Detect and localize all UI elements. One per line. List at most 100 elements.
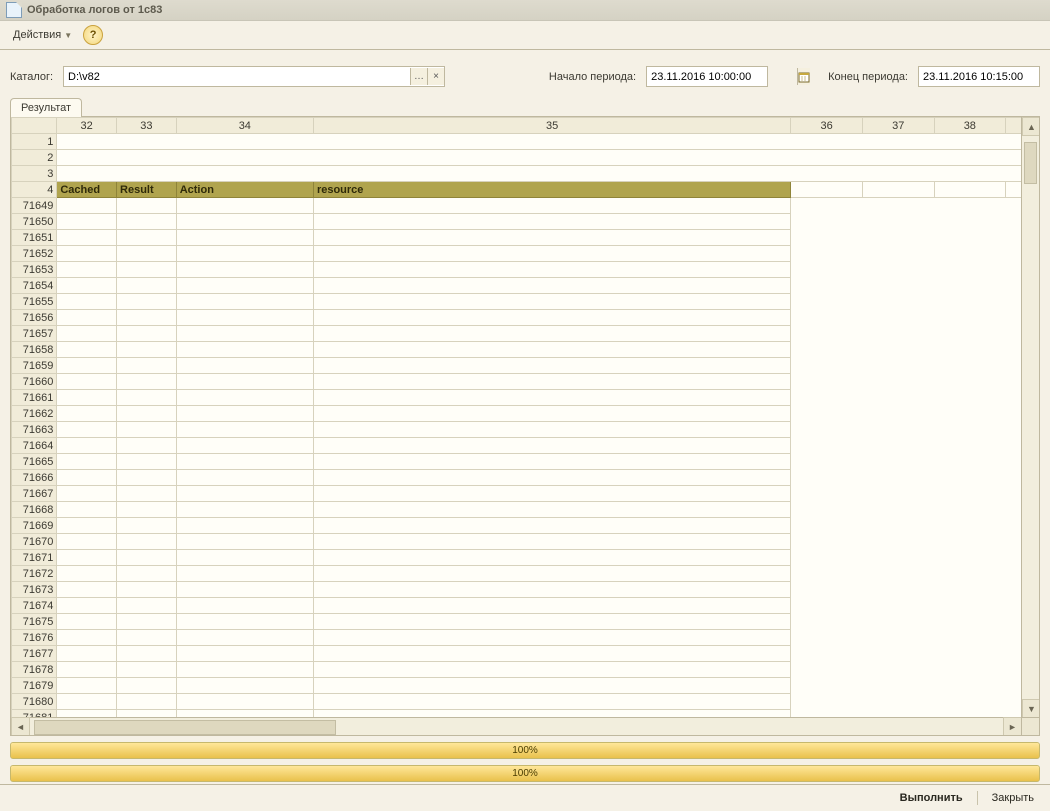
grid-cell[interactable]: [313, 678, 790, 694]
row-header[interactable]: 71666: [12, 470, 57, 486]
grid-cell[interactable]: [176, 614, 313, 630]
grid-cell[interactable]: [57, 294, 117, 310]
grid-cell[interactable]: [176, 694, 313, 710]
grid-cell[interactable]: [176, 550, 313, 566]
row-header[interactable]: 4: [12, 182, 57, 198]
grid-cell[interactable]: [934, 534, 1006, 550]
grid-cell[interactable]: [57, 486, 117, 502]
row-header[interactable]: 3: [12, 166, 57, 182]
grid-cell[interactable]: [934, 598, 1006, 614]
grid-cell[interactable]: [313, 374, 790, 390]
grid-cell[interactable]: [1006, 246, 1022, 262]
grid-cell[interactable]: [934, 422, 1006, 438]
grid-cell[interactable]: [934, 214, 1006, 230]
grid-cell[interactable]: [57, 646, 117, 662]
grid-cell[interactable]: [176, 470, 313, 486]
grid-cell[interactable]: [862, 630, 934, 646]
grid-cell[interactable]: [1006, 518, 1022, 534]
grid-cell[interactable]: [313, 598, 790, 614]
grid-cell[interactable]: [934, 518, 1006, 534]
grid-cell[interactable]: [313, 230, 790, 246]
grid-cell[interactable]: [57, 278, 117, 294]
grid-cell[interactable]: [791, 534, 863, 550]
grid-cell[interactable]: [791, 230, 863, 246]
row-header[interactable]: 71649: [12, 198, 57, 214]
grid-cell[interactable]: [313, 662, 790, 678]
grid-cell[interactable]: [791, 198, 863, 214]
grid-cell[interactable]: [117, 694, 177, 710]
grid-cell[interactable]: [862, 342, 934, 358]
row-header[interactable]: 71651: [12, 230, 57, 246]
grid-cell[interactable]: [934, 550, 1006, 566]
help-button[interactable]: ?: [83, 25, 103, 45]
vertical-scrollbar[interactable]: ▲ ▼: [1021, 117, 1039, 718]
period-end-input[interactable]: [919, 69, 1050, 85]
grid-cell[interactable]: [862, 646, 934, 662]
grid-cell[interactable]: [862, 310, 934, 326]
run-button[interactable]: Выполнить: [894, 790, 969, 806]
grid-cell[interactable]: [313, 198, 790, 214]
grid-cell[interactable]: [791, 486, 863, 502]
grid-cell[interactable]: [57, 582, 117, 598]
grid-cell[interactable]: [57, 694, 117, 710]
grid-cell[interactable]: [1006, 486, 1022, 502]
grid-cell[interactable]: [117, 262, 177, 278]
grid-cell[interactable]: [313, 278, 790, 294]
row-header[interactable]: 71680: [12, 694, 57, 710]
grid-cell[interactable]: [862, 470, 934, 486]
grid-cell[interactable]: [57, 326, 117, 342]
grid-cell[interactable]: [934, 198, 1006, 214]
row-header[interactable]: 71668: [12, 502, 57, 518]
grid-cell[interactable]: [1006, 566, 1022, 582]
actions-menu-button[interactable]: Действия ▼: [6, 26, 79, 44]
grid-cell[interactable]: [862, 486, 934, 502]
grid-cell[interactable]: [176, 646, 313, 662]
grid-cell[interactable]: [117, 534, 177, 550]
row-header[interactable]: 71661: [12, 390, 57, 406]
row-header[interactable]: 71660: [12, 374, 57, 390]
grid-cell[interactable]: [1006, 614, 1022, 630]
row-header[interactable]: 71674: [12, 598, 57, 614]
grid-cell[interactable]: [1006, 406, 1022, 422]
grid-cell[interactable]: [934, 342, 1006, 358]
grid-cell[interactable]: [1006, 582, 1022, 598]
grid-cell[interactable]: [117, 582, 177, 598]
grid-cell[interactable]: Action: [176, 182, 313, 198]
grid-cell[interactable]: [1006, 230, 1022, 246]
col-header[interactable]: 32: [57, 118, 117, 134]
grid-cell[interactable]: [791, 342, 863, 358]
grid-cell[interactable]: [117, 422, 177, 438]
grid-cell[interactable]: [862, 438, 934, 454]
horizontal-scrollbar[interactable]: ◄ ►: [11, 717, 1022, 735]
grid-cell[interactable]: [117, 598, 177, 614]
grid-cell[interactable]: [176, 518, 313, 534]
grid-cell[interactable]: [117, 198, 177, 214]
close-button[interactable]: Закрыть: [986, 790, 1040, 806]
grid-cell[interactable]: [862, 182, 934, 198]
grid-cell[interactable]: [791, 518, 863, 534]
grid-cell[interactable]: [791, 214, 863, 230]
row-header[interactable]: 71676: [12, 630, 57, 646]
grid-cell[interactable]: [57, 534, 117, 550]
row-header[interactable]: 71659: [12, 358, 57, 374]
grid-cell[interactable]: [1006, 598, 1022, 614]
grid-cell[interactable]: [862, 390, 934, 406]
grid-cell[interactable]: [313, 694, 790, 710]
grid-cell[interactable]: [313, 214, 790, 230]
row-header[interactable]: 71678: [12, 662, 57, 678]
grid-cell[interactable]: [791, 502, 863, 518]
grid-cell[interactable]: [934, 182, 1006, 198]
grid-cell[interactable]: [313, 310, 790, 326]
grid-cell[interactable]: [862, 230, 934, 246]
grid-cell[interactable]: [934, 278, 1006, 294]
grid-cell[interactable]: [117, 486, 177, 502]
grid-cell[interactable]: [862, 326, 934, 342]
grid-cell[interactable]: [791, 278, 863, 294]
grid-cell[interactable]: [1006, 262, 1022, 278]
grid-cell[interactable]: [117, 406, 177, 422]
grid-cell[interactable]: [57, 614, 117, 630]
grid-cell[interactable]: [313, 438, 790, 454]
grid-cell[interactable]: [176, 630, 313, 646]
grid-cell[interactable]: [176, 438, 313, 454]
scroll-right-button[interactable]: ►: [1003, 717, 1022, 735]
